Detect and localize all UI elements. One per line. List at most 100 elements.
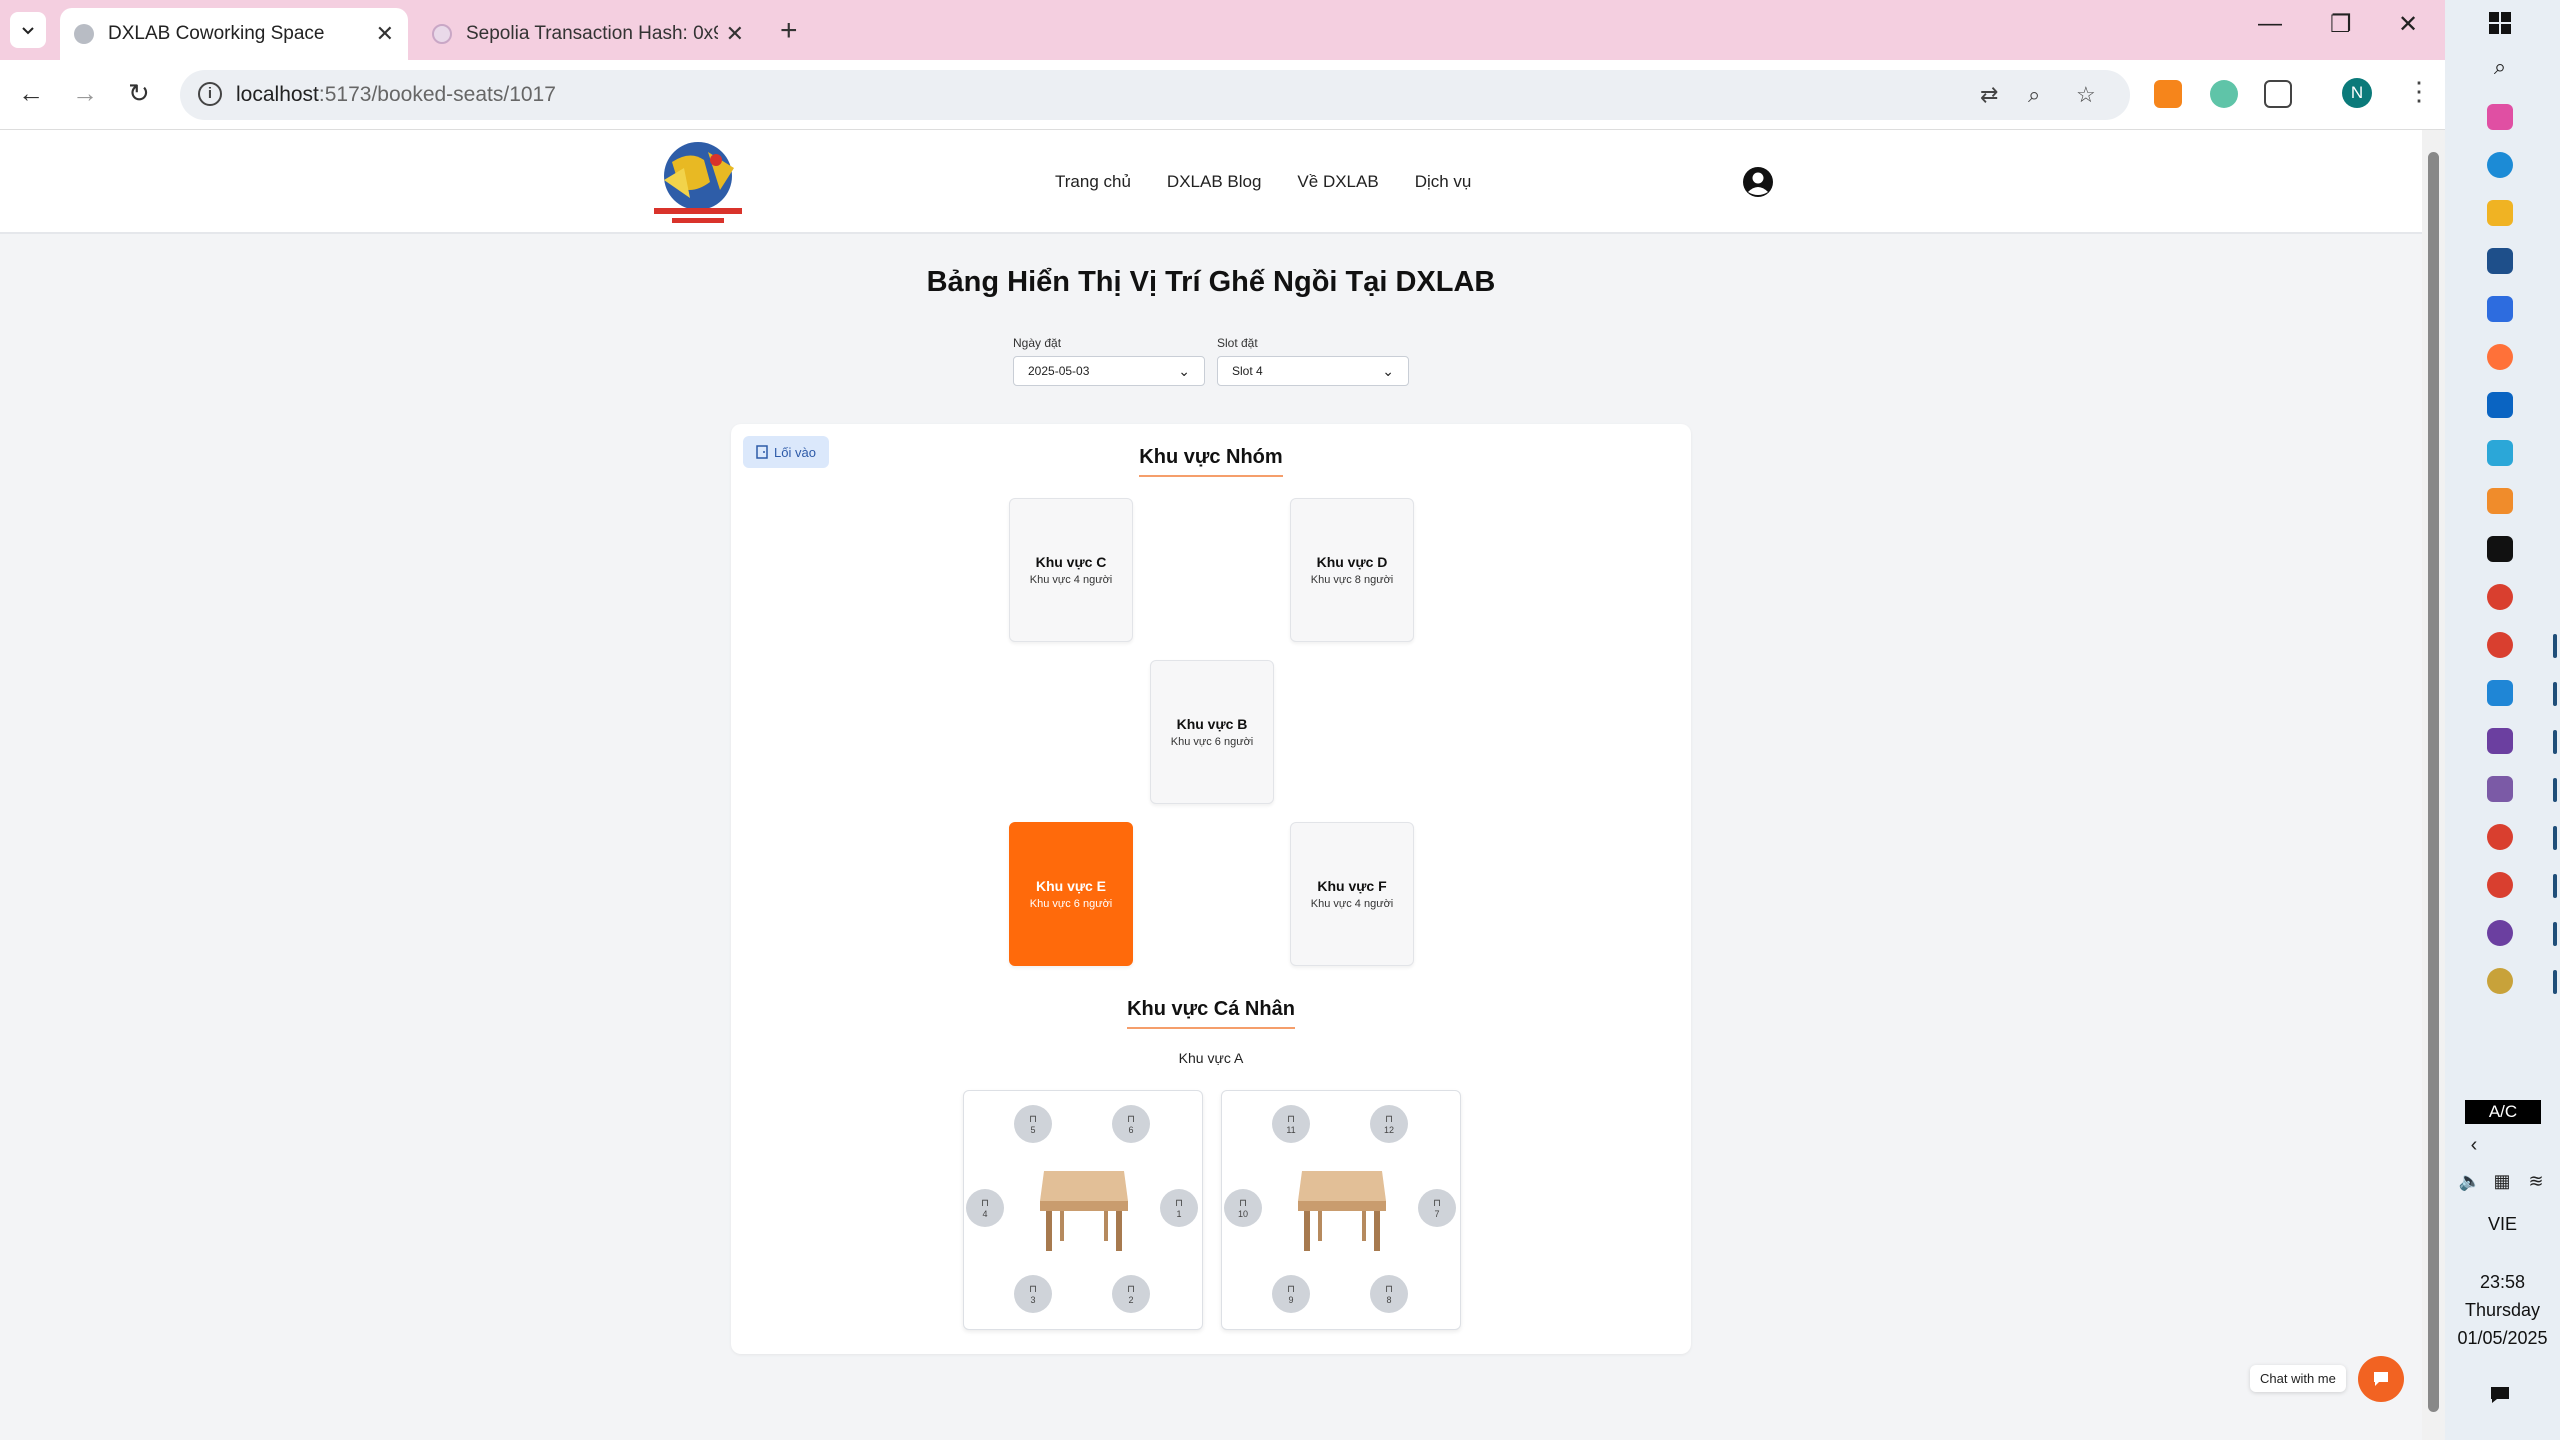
nav-about[interactable]: Về DXLAB	[1297, 172, 1378, 192]
search-icon[interactable]: ⌕	[2485, 52, 2515, 82]
app-icon[interactable]	[2487, 488, 2513, 514]
clock-day[interactable]: Thursday	[2445, 1300, 2560, 1321]
visual-studio-icon[interactable]	[2487, 728, 2513, 754]
seat-number: 3	[1030, 1294, 1036, 1305]
extensions-puzzle-icon[interactable]	[2264, 80, 2292, 108]
chat-label[interactable]: Chat with me	[2250, 1365, 2346, 1392]
firefox-icon[interactable]	[2487, 344, 2513, 370]
url-host: localhost	[236, 83, 319, 106]
page-scrollbar[interactable]	[2422, 130, 2445, 1440]
chrome-icon[interactable]	[2487, 584, 2513, 610]
slot-select[interactable]: Slot 4 ⌄	[1217, 356, 1409, 386]
seat[interactable]: ⊓ 8	[1370, 1275, 1408, 1313]
zone-c[interactable]: Khu vực C Khu vực 4 người	[1009, 498, 1133, 642]
chrome-icon[interactable]	[2487, 872, 2513, 898]
league-icon[interactable]	[2487, 968, 2513, 994]
user-account-icon[interactable]	[1742, 166, 1774, 198]
language-indicator[interactable]: VIE	[2445, 1214, 2560, 1235]
minimize-button[interactable]: —	[2258, 10, 2282, 38]
seat[interactable]: ⊓ 7	[1418, 1189, 1456, 1227]
translate-icon[interactable]: ⇄	[1980, 82, 1998, 108]
chrome-icon[interactable]	[2487, 824, 2513, 850]
nav-home[interactable]: Trang chủ	[1055, 172, 1131, 192]
seat-number: 11	[1286, 1124, 1296, 1135]
zone-b[interactable]: Khu vực B Khu vực 6 người	[1150, 660, 1274, 804]
seat[interactable]: ⊓ 1	[1160, 1189, 1198, 1227]
desk-image	[1298, 1171, 1386, 1251]
app-icon[interactable]	[2487, 776, 2513, 802]
seat-number: 1	[1176, 1208, 1182, 1219]
seat[interactable]: ⊓ 4	[966, 1189, 1004, 1227]
dropbox-icon[interactable]	[2487, 296, 2513, 322]
url-text[interactable]: localhost:5173/booked-seats/1017	[236, 83, 556, 107]
nav-blog[interactable]: DXLAB Blog	[1167, 172, 1262, 192]
wifi-icon[interactable]: ≋	[2521, 1166, 2551, 1196]
scrollbar-thumb[interactable]	[2428, 152, 2439, 1412]
battery-icon[interactable]: ▦	[2487, 1166, 2517, 1196]
running-indicator	[2553, 874, 2557, 898]
chevron-left-icon[interactable]: ‹	[2459, 1130, 2489, 1160]
zone-f[interactable]: Khu vực F Khu vực 4 người	[1290, 822, 1414, 966]
vscode-icon[interactable]	[2487, 680, 2513, 706]
clock-time[interactable]: 23:58	[2445, 1272, 2560, 1293]
restore-button[interactable]: ❐	[2330, 10, 2352, 39]
forward-button[interactable]: →	[72, 78, 98, 109]
outlook-icon[interactable]	[2487, 392, 2513, 418]
app-icon[interactable]	[2487, 248, 2513, 274]
seat[interactable]: ⊓ 5	[1014, 1105, 1052, 1143]
volume-icon[interactable]: 🔈	[2455, 1166, 2485, 1196]
etherscan-icon	[432, 24, 452, 44]
seat[interactable]: ⊓ 6	[1112, 1105, 1150, 1143]
dxlab-logo[interactable]	[650, 138, 746, 228]
close-tab-icon[interactable]: ✕	[726, 21, 744, 47]
seat[interactable]: ⊓ 2	[1112, 1275, 1150, 1313]
seat-number: 4	[982, 1208, 988, 1219]
chat-button[interactable]	[2358, 1356, 2404, 1402]
seat[interactable]: ⊓ 12	[1370, 1105, 1408, 1143]
site-info-icon[interactable]: i	[198, 82, 222, 106]
seat[interactable]: ⊓ 10	[1224, 1189, 1262, 1227]
app-icon[interactable]	[2487, 920, 2513, 946]
browser-menu-icon[interactable]: ⋮	[2406, 76, 2432, 107]
windows-start-icon[interactable]	[2485, 8, 2515, 38]
reload-button[interactable]: ↻	[128, 78, 150, 109]
file-explorer-icon[interactable]	[2487, 200, 2513, 226]
chrome-icon[interactable]	[2487, 632, 2513, 658]
seat[interactable]: ⊓ 9	[1272, 1275, 1310, 1313]
bookmark-star-icon[interactable]: ☆	[2076, 82, 2096, 108]
nav-services[interactable]: Dịch vụ	[1415, 172, 1472, 192]
clock-date[interactable]: 01/05/2025	[2445, 1328, 2560, 1349]
metamask-extension-icon[interactable]	[2154, 80, 2182, 108]
extension-icon[interactable]	[2210, 80, 2238, 108]
close-window-button[interactable]: ✕	[2398, 10, 2418, 39]
slot-label: Slot đặt	[1217, 336, 1258, 350]
new-tab-button[interactable]: +	[780, 14, 798, 48]
seat-number: 7	[1434, 1208, 1440, 1219]
profile-avatar[interactable]: N	[2342, 78, 2372, 108]
tab-dxlab[interactable]: DXLAB Coworking Space ✕	[60, 8, 408, 60]
power-status[interactable]: A/C	[2465, 1100, 2541, 1124]
running-indicator	[2553, 922, 2557, 946]
back-button[interactable]: ←	[18, 78, 44, 109]
seat-icon: ⊓	[1029, 1113, 1037, 1125]
zone-name: Khu vực E	[1035, 878, 1107, 894]
zoom-icon[interactable]: ⌕	[2028, 82, 2040, 108]
edge-icon[interactable]	[2487, 152, 2513, 178]
zone-d[interactable]: Khu vực D Khu vực 8 người	[1290, 498, 1414, 642]
copilot-icon[interactable]	[2487, 104, 2513, 130]
date-select[interactable]: 2025-05-03 ⌄	[1013, 356, 1205, 386]
notification-icon[interactable]	[2485, 1380, 2515, 1410]
tab-sepolia[interactable]: Sepolia Transaction Hash: 0x9bf ✕	[418, 8, 758, 60]
address-bar[interactable]: i localhost:5173/booked-seats/1017 ⇄ ⌕ ☆	[180, 70, 2130, 120]
desk-image	[1040, 1171, 1128, 1251]
tab-search-button[interactable]	[10, 12, 46, 48]
app-icon[interactable]	[2487, 440, 2513, 466]
seat[interactable]: ⊓ 3	[1014, 1275, 1052, 1313]
zone-capacity: Khu vực 8 người	[1310, 574, 1394, 586]
close-tab-icon[interactable]: ✕	[376, 21, 394, 47]
zone-e[interactable]: Khu vực E Khu vực 6 người	[1009, 822, 1133, 966]
zone-name: Khu vực C	[1035, 554, 1107, 570]
dropbox-icon[interactable]	[2487, 536, 2513, 562]
seat[interactable]: ⊓ 11	[1272, 1105, 1310, 1143]
area-a-label: Khu vực A	[1178, 1050, 1244, 1066]
